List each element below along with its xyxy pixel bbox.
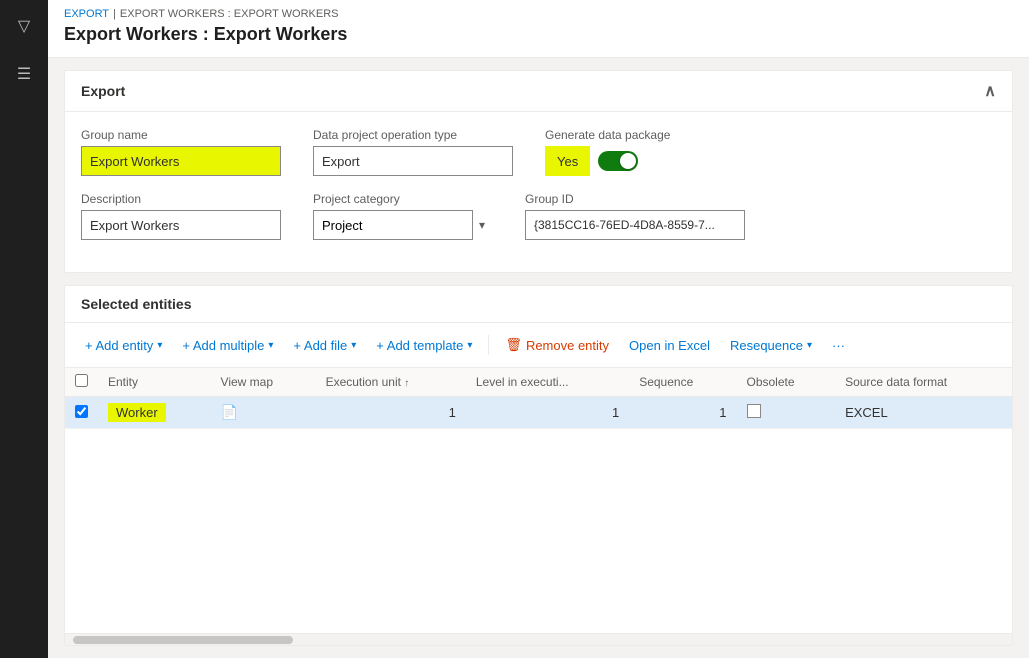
generate-pkg-field: Generate data package Yes xyxy=(545,128,725,176)
breadcrumb: EXPORT | EXPORT WORKERS : EXPORT WORKERS xyxy=(64,8,1013,20)
row-sequence: 1 xyxy=(629,397,736,429)
export-panel: Export ∧ Group name Data project operati… xyxy=(64,70,1013,273)
table-row: Worker 📄 1 1 1 EXCEL xyxy=(65,397,1012,429)
header-obsolete: Obsolete xyxy=(737,368,836,397)
toolbar-separator-1 xyxy=(488,335,489,355)
header-source-data-format: Source data format xyxy=(835,368,1012,397)
toggle-row: Yes xyxy=(545,146,725,176)
open-in-excel-button[interactable]: Open in Excel xyxy=(621,331,718,359)
project-category-field: Project category Project xyxy=(313,192,493,240)
breadcrumb-bar: EXPORT | EXPORT WORKERS : EXPORT WORKERS… xyxy=(48,0,1029,58)
main-content: EXPORT | EXPORT WORKERS : EXPORT WORKERS… xyxy=(48,0,1029,658)
row-level-in-execution: 1 xyxy=(466,397,629,429)
group-name-input[interactable] xyxy=(81,146,281,176)
resequence-button[interactable]: Resequence ▾ xyxy=(722,331,820,359)
scrollbar-thumb[interactable] xyxy=(73,636,293,644)
project-category-select[interactable]: Project xyxy=(313,210,473,240)
form-row-1: Group name Data project operation type G… xyxy=(81,128,996,176)
description-input[interactable] xyxy=(81,210,281,240)
add-file-label: + Add file xyxy=(293,338,347,353)
entities-table: Entity View map Execution unit ↑ Level i… xyxy=(65,368,1012,429)
resequence-chevron: ▾ xyxy=(807,340,812,351)
table-body: Worker 📄 1 1 1 EXCEL xyxy=(65,397,1012,429)
export-panel-title: Export xyxy=(81,83,125,99)
add-file-chevron: ▾ xyxy=(351,340,356,351)
table-header: Entity View map Execution unit ↑ Level i… xyxy=(65,368,1012,397)
view-map-icon[interactable]: 📄 xyxy=(221,404,238,420)
group-name-field: Group name xyxy=(81,128,281,176)
row-entity-cell: Worker xyxy=(98,397,211,429)
add-entity-button[interactable]: + Add entity ▾ xyxy=(77,331,170,359)
group-name-label: Group name xyxy=(81,128,281,142)
row-obsolete-cell xyxy=(737,397,836,429)
page-title: Export Workers : Export Workers xyxy=(64,20,1013,53)
row-source-data-format: EXCEL xyxy=(835,397,1012,429)
breadcrumb-trail: EXPORT WORKERS : EXPORT WORKERS xyxy=(120,8,339,20)
header-view-map: View map xyxy=(211,368,316,397)
header-execution-unit: Execution unit ↑ xyxy=(316,368,466,397)
add-template-chevron: ▾ xyxy=(467,340,472,351)
header-sequence: Sequence xyxy=(629,368,736,397)
entities-toolbar: + Add entity ▾ + Add multiple ▾ + Add fi… xyxy=(65,323,1012,368)
row-view-map-cell: 📄 xyxy=(211,397,316,429)
add-file-button[interactable]: + Add file ▾ xyxy=(285,331,364,359)
entities-panel: Selected entities + Add entity ▾ + Add m… xyxy=(64,285,1013,646)
add-multiple-button[interactable]: + Add multiple ▾ xyxy=(174,331,281,359)
export-panel-body: Group name Data project operation type G… xyxy=(65,112,1012,272)
entities-panel-title: Selected entities xyxy=(81,296,192,312)
obsolete-checkbox[interactable] xyxy=(747,404,761,418)
table-header-row: Entity View map Execution unit ↑ Level i… xyxy=(65,368,1012,397)
breadcrumb-separator: | xyxy=(113,8,116,20)
remove-entity-icon: 🗑 xyxy=(505,337,522,353)
data-project-op-label: Data project operation type xyxy=(313,128,513,142)
horizontal-scrollbar[interactable] xyxy=(65,633,1012,645)
project-category-wrapper: Project xyxy=(313,210,493,240)
group-id-input[interactable] xyxy=(525,210,745,240)
add-template-label: + Add template xyxy=(376,338,463,353)
row-checkbox[interactable] xyxy=(75,405,88,418)
data-project-op-field: Data project operation type xyxy=(313,128,513,176)
group-id-field: Group ID xyxy=(525,192,745,240)
form-row-2: Description Project category Project Gro… xyxy=(81,192,996,240)
left-navigation: ▽ ☰ xyxy=(0,0,48,658)
generate-pkg-toggle[interactable] xyxy=(598,151,638,171)
yes-label: Yes xyxy=(545,146,590,176)
add-entity-chevron: ▾ xyxy=(157,340,162,351)
table-wrapper: Entity View map Execution unit ↑ Level i… xyxy=(65,368,1012,633)
resequence-label: Resequence xyxy=(730,338,803,353)
row-execution-unit: 1 xyxy=(316,397,466,429)
more-button[interactable]: ··· xyxy=(824,331,853,359)
generate-pkg-label: Generate data package xyxy=(545,128,725,142)
row-checkbox-cell xyxy=(65,397,98,429)
breadcrumb-export-link[interactable]: EXPORT xyxy=(64,8,109,20)
description-label: Description xyxy=(81,192,281,206)
add-multiple-chevron: ▾ xyxy=(268,340,273,351)
remove-entity-label: Remove entity xyxy=(526,338,609,353)
header-checkbox-cell xyxy=(65,368,98,397)
export-panel-header: Export ∧ xyxy=(65,71,1012,112)
open-in-excel-label: Open in Excel xyxy=(629,338,710,353)
project-category-label: Project category xyxy=(313,192,493,206)
select-all-checkbox[interactable] xyxy=(75,374,88,387)
group-id-label: Group ID xyxy=(525,192,745,206)
add-entity-label: + Add entity xyxy=(85,338,153,353)
menu-icon[interactable]: ☰ xyxy=(11,58,37,90)
entities-panel-header: Selected entities xyxy=(65,286,1012,323)
add-template-button[interactable]: + Add template ▾ xyxy=(368,331,480,359)
description-field: Description xyxy=(81,192,281,240)
row-entity-name: Worker xyxy=(108,403,166,422)
add-multiple-label: + Add multiple xyxy=(182,338,264,353)
data-project-op-input[interactable] xyxy=(313,146,513,176)
more-label: ··· xyxy=(832,338,845,353)
content-area: Export ∧ Group name Data project operati… xyxy=(48,58,1029,658)
filter-icon[interactable]: ▽ xyxy=(12,10,36,42)
header-level-in-execution: Level in executi... xyxy=(466,368,629,397)
collapse-icon[interactable]: ∧ xyxy=(984,81,996,101)
toggle-knob xyxy=(620,153,636,169)
header-entity: Entity xyxy=(98,368,211,397)
remove-entity-button[interactable]: 🗑 Remove entity xyxy=(497,331,617,359)
